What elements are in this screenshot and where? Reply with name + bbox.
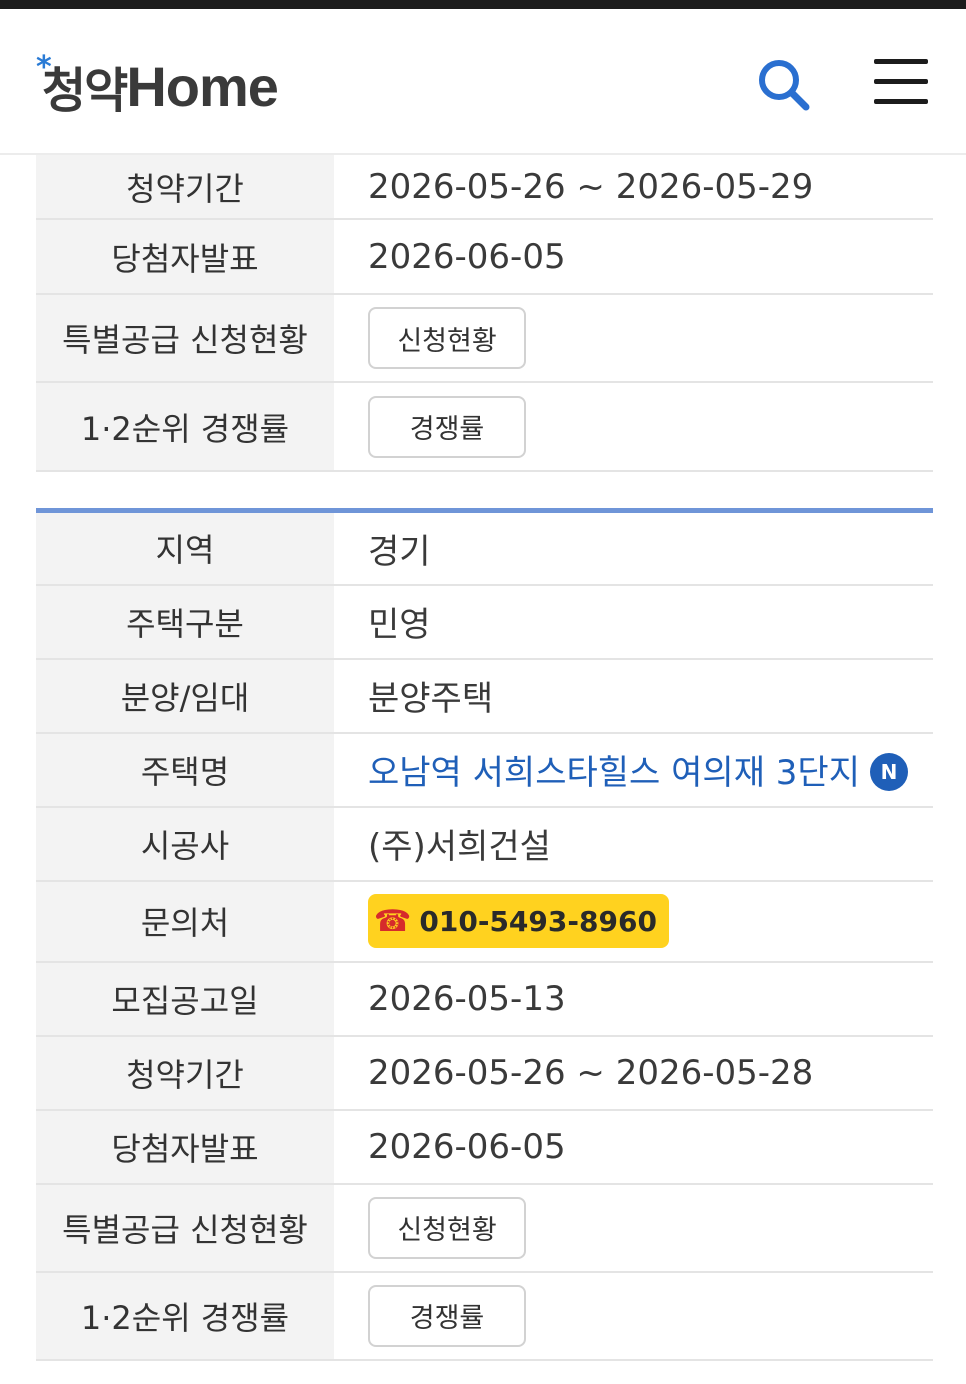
table-row: 분양/임대 분양주택 [36,658,933,734]
status-bar-edge [0,0,966,9]
table-row: 특별공급 신청현황 신청현황 [36,294,933,383]
new-badge: N [869,752,908,791]
row-label: 특별공급 신청현황 [36,294,334,383]
row-label: 모집공고일 [36,961,334,1037]
row-label: 1·2순위 경쟁률 [36,1271,334,1361]
row-value: 신청현황 [334,294,933,383]
table-row: 시공사 (주)서희건설 [36,806,933,882]
housing-name-link[interactable]: 오남역 서희스타힐스 여의재 3단지 [368,753,860,793]
hamburger-menu-icon-bar [874,79,928,84]
logo-english-text: Home [126,54,279,118]
row-label: 문의처 [36,880,334,963]
row-value: 신청현황 [334,1183,933,1273]
phone-icon: ☎ [374,903,412,939]
previous-complex-table: 청약기간 2026-05-26 ~ 2026-05-29 당첨자발표 2026-… [36,155,933,472]
table-row: 주택명 오남역 서희스타힐스 여의재 3단지 N [36,732,933,808]
search-button[interactable] [752,53,816,117]
housing-name-cell: 오남역 서희스타힐스 여의재 3단지 N [334,732,933,808]
table-row: 문의처 ☎ 010-5493-8960 [36,880,933,963]
special-supply-status-button[interactable]: 신청현황 [368,307,526,369]
row-label: 청약기간 [36,155,334,220]
row-label: 당첨자발표 [36,1109,334,1185]
row-label: 시공사 [36,806,334,882]
logo-star: * [36,50,52,85]
phone-call-button[interactable]: ☎ 010-5493-8960 [368,894,669,948]
row-value: 경쟁률 [334,1271,933,1361]
row-label: 지역 [36,510,334,586]
search-icon [759,60,810,111]
complex-info-table: 지역 경기 주택구분 민영 분양/임대 분양주택 주택명 오남역 서희스타힐스 … [36,508,933,1361]
contact-cell: ☎ 010-5493-8960 [334,880,933,963]
row-label: 1·2순위 경쟁률 [36,382,334,472]
hamburger-menu-icon-bar [874,99,928,104]
table-row: 청약기간 2026-05-26 ~ 2026-05-28 [36,1035,933,1111]
row-label: 분양/임대 [36,658,334,734]
row-value: 경쟁률 [334,382,933,472]
subscription-period-value: 2026-05-26 ~ 2026-05-28 [334,1035,933,1111]
competition-rate-button[interactable]: 경쟁률 [368,1284,526,1347]
region-value: 경기 [334,510,933,586]
site-logo[interactable]: * 청약 Home [36,50,279,121]
sale-type-value: 분양주택 [334,658,933,734]
row-label: 당첨자발표 [36,219,334,295]
table-row: 1·2순위 경쟁률 경쟁률 [36,1271,933,1361]
row-label: 특별공급 신청현황 [36,1183,334,1273]
competition-rate-button[interactable]: 경쟁률 [368,395,526,458]
housing-type-value: 민영 [334,584,933,660]
menu-button[interactable] [870,55,934,111]
row-value: 2026-06-05 [334,219,933,295]
table-row: 당첨자발표 2026-06-05 [36,1109,933,1185]
table-row: 모집공고일 2026-05-13 [36,961,933,1037]
hamburger-menu-icon [874,59,928,64]
table-row: 당첨자발표 2026-06-05 [36,219,933,295]
row-label: 청약기간 [36,1035,334,1111]
builder-value: (주)서희건설 [334,806,933,882]
table-row: 특별공급 신청현황 신청현황 [36,1183,933,1273]
announcement-date-value: 2026-05-13 [334,961,933,1037]
phone-number: 010-5493-8960 [419,904,657,938]
row-label: 주택구분 [36,584,334,660]
special-supply-status-button[interactable]: 신청현황 [368,1196,526,1259]
table-row: 주택구분 민영 [36,584,933,660]
table-row: 1·2순위 경쟁률 경쟁률 [36,382,933,472]
winner-announcement-value: 2026-06-05 [334,1109,933,1185]
site-header: * 청약 Home [0,9,966,155]
subscription-details: 청약기간 2026-05-26 ~ 2026-05-29 당첨자발표 2026-… [36,155,933,1361]
table-row: 청약기간 2026-05-26 ~ 2026-05-29 [36,155,933,220]
table-row: 지역 경기 [36,510,933,586]
row-label: 주택명 [36,732,334,808]
row-value: 2026-05-26 ~ 2026-05-29 [334,155,933,220]
